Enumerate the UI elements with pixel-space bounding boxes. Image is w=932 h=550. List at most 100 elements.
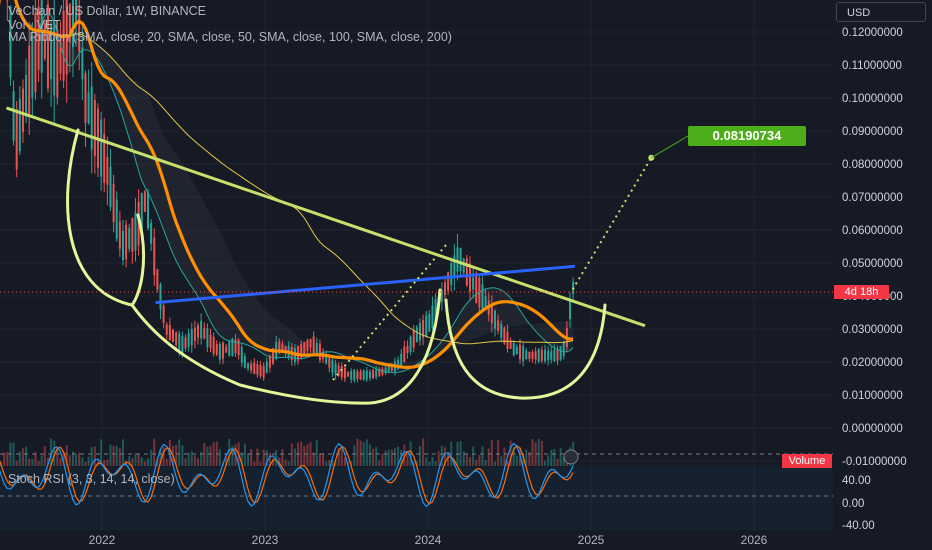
volume-bar: [475, 459, 478, 466]
candle-body: [193, 327, 196, 341]
volume-bar: [322, 453, 325, 466]
x-tick-label: 2026: [741, 533, 768, 547]
candle-body: [409, 336, 412, 352]
volume-bar: [193, 455, 196, 466]
candle-body: [368, 371, 371, 379]
volume-bar: [93, 446, 96, 466]
ma-ribbon-fill: [15, 0, 574, 373]
drawings: [0, 106, 833, 405]
candle-body: [159, 284, 162, 310]
candle-body: [21, 88, 24, 133]
ma-ribbon-legend[interactable]: MA Ribbon (SMA, close, 20, SMA, close, 5…: [8, 30, 452, 44]
volume-bar: [3, 452, 6, 466]
volume-bar: [372, 448, 375, 466]
candle-body: [150, 222, 153, 244]
volume-bar: [490, 439, 493, 466]
candle-body: [240, 347, 243, 363]
candle-body: [515, 347, 518, 354]
candle-body: [115, 199, 118, 239]
candle-body: [450, 263, 453, 285]
candle-body: [18, 98, 21, 152]
volume-bar: [418, 445, 421, 466]
candle-body: [87, 92, 90, 124]
y-tick-label: -0.01000000: [842, 456, 907, 468]
volume-bar: [150, 449, 153, 466]
candle-body: [225, 346, 228, 353]
candle-body: [143, 191, 146, 213]
candle-body: [459, 248, 462, 272]
symbol-title[interactable]: VeChain / US Dollar, 1W, BINANCE: [8, 4, 206, 18]
volume-bar: [328, 460, 331, 466]
candle-body: [347, 372, 350, 377]
x-tick-label: 2023: [252, 533, 279, 547]
volume-bar: [365, 439, 368, 466]
y-tick-label: 0.07000000: [842, 192, 903, 204]
volume-bar: [497, 440, 500, 466]
candle-body: [528, 351, 531, 359]
target-price-label: 0.08190734: [688, 126, 806, 146]
y-tick-label: 0.01000000: [842, 390, 903, 402]
currency-button[interactable]: USD: [836, 2, 926, 22]
volume-bars: [0, 438, 575, 466]
volume-bar: [559, 448, 562, 466]
candle-body: [100, 119, 103, 177]
y-tick-label: 0.08000000: [842, 159, 903, 171]
y-tick-label: 0.10000000: [842, 93, 903, 105]
volume-bar: [375, 447, 378, 466]
volume-bar: [209, 445, 212, 466]
candle-body: [406, 345, 409, 354]
volume-bar: [484, 460, 487, 466]
candle-body: [447, 272, 450, 291]
volume-bar: [137, 454, 140, 466]
volume-bar: [472, 446, 475, 466]
volume-bar: [556, 458, 559, 466]
candle-body: [462, 258, 465, 273]
candle-body: [247, 363, 250, 369]
y-tick-label: 0.12000000: [842, 27, 903, 39]
volume-bar: [243, 443, 246, 466]
volume-bar: [206, 446, 209, 466]
candle-body: [218, 343, 221, 360]
volume-bar: [309, 441, 312, 466]
volume-bar: [312, 452, 315, 466]
volume-bar: [31, 459, 34, 466]
candle-body: [562, 341, 565, 356]
candle-body: [481, 284, 484, 311]
candle-body: [303, 342, 306, 355]
y-tick-label: 0.11000000: [842, 60, 902, 72]
candle-body: [175, 332, 178, 345]
candle-body: [553, 349, 556, 362]
volume-bar: [184, 458, 187, 466]
candle-body: [356, 371, 359, 380]
volume-bar: [178, 439, 181, 466]
candle-body: [518, 344, 521, 360]
volume-bar: [353, 445, 356, 466]
volume-bar: [250, 449, 253, 466]
candle-body: [500, 323, 503, 339]
candle-body: [365, 370, 368, 380]
candle-body: [112, 183, 115, 223]
candle-body: [250, 363, 253, 371]
volume-bar: [378, 460, 381, 466]
candle-body: [512, 342, 515, 356]
candle-body: [181, 336, 184, 354]
candle-body: [484, 295, 487, 308]
candle-body: [544, 349, 547, 362]
volume-bar: [544, 460, 547, 466]
candle-body: [200, 320, 203, 339]
volume-bar: [381, 453, 384, 466]
volume-bar: [218, 449, 221, 466]
volume-bar: [325, 461, 328, 466]
volume-bar: [384, 450, 387, 466]
volume-bar: [68, 455, 71, 466]
candle-body: [172, 329, 175, 343]
volume-bar: [422, 438, 425, 466]
volume-bar: [547, 455, 550, 466]
candle-body: [428, 313, 431, 332]
stoch-rsi-legend[interactable]: Stoch RSI (3, 3, 14, 14, close): [8, 472, 175, 486]
volume-bar: [356, 438, 359, 466]
candle-body: [331, 360, 334, 373]
volume-bar: [300, 441, 303, 466]
volume-bar: [259, 461, 262, 466]
volume-bar: [59, 458, 62, 466]
